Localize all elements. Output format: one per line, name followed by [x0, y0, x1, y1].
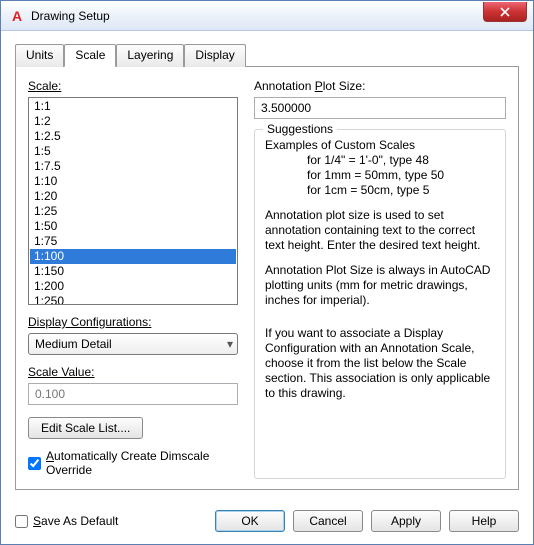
- display-config-value: Medium Detail: [35, 337, 112, 351]
- dimscale-checkbox-label: Automatically Create Dimscale Override: [46, 449, 238, 477]
- list-item[interactable]: 1:100: [30, 249, 236, 264]
- annotation-plot-size-input[interactable]: [254, 97, 506, 119]
- ok-button[interactable]: OK: [215, 510, 285, 532]
- scale-label: Scale:: [28, 79, 238, 93]
- save-default-label: Save As Default: [33, 514, 118, 528]
- suggestions-group: Suggestions Examples of Custom Scales fo…: [254, 129, 506, 479]
- list-item[interactable]: 1:200: [30, 279, 236, 294]
- tab-strip: Units Scale Layering Display: [15, 43, 519, 66]
- list-item[interactable]: 1:1: [30, 99, 236, 114]
- annotation-label: Annotation Plot Size:: [254, 79, 506, 93]
- dialog-window: A Drawing Setup Units Scale Layering Dis…: [0, 0, 534, 545]
- list-item[interactable]: 1:20: [30, 189, 236, 204]
- titlebar: A Drawing Setup: [1, 1, 533, 31]
- window-title: Drawing Setup: [31, 9, 110, 23]
- left-column: Scale: 1:11:21:2.51:51:7.51:101:201:251:…: [28, 79, 238, 479]
- display-config-combo[interactable]: Medium Detail ▾: [28, 333, 238, 355]
- cancel-button[interactable]: Cancel: [293, 510, 363, 532]
- right-column: Annotation Plot Size: Suggestions Exampl…: [254, 79, 506, 479]
- dimscale-checkbox-input[interactable]: [28, 457, 41, 470]
- dialog-footer: Save As Default OK Cancel Apply Help: [1, 500, 533, 544]
- scale-value-label: Scale Value:: [28, 365, 238, 379]
- list-item[interactable]: 1:250: [30, 294, 236, 305]
- list-item[interactable]: 1:2.5: [30, 129, 236, 144]
- scale-listbox[interactable]: 1:11:21:2.51:51:7.51:101:201:251:501:751…: [28, 97, 238, 305]
- list-item[interactable]: 1:10: [30, 174, 236, 189]
- suggestions-p4: If you want to associate a Display Confi…: [265, 326, 495, 401]
- list-item[interactable]: 1:50: [30, 219, 236, 234]
- list-item[interactable]: 1:150: [30, 264, 236, 279]
- list-item[interactable]: 1:2: [30, 114, 236, 129]
- suggestions-examples: Examples of Custom Scales for 1/4" = 1'-…: [265, 138, 495, 198]
- list-item[interactable]: 1:7.5: [30, 159, 236, 174]
- app-icon: A: [9, 8, 25, 24]
- apply-button[interactable]: Apply: [371, 510, 441, 532]
- chevron-down-icon: ▾: [227, 337, 233, 351]
- close-icon: [500, 7, 510, 17]
- suggestions-p3: Annotation Plot Size is always in AutoCA…: [265, 263, 495, 308]
- save-default-checkbox[interactable]: Save As Default: [15, 514, 118, 528]
- tab-units[interactable]: Units: [15, 44, 64, 67]
- help-button[interactable]: Help: [449, 510, 519, 532]
- client-area: Units Scale Layering Display Scale: 1:11…: [1, 31, 533, 500]
- suggestions-p2: Annotation plot size is used to set anno…: [265, 208, 495, 253]
- dimscale-override-checkbox[interactable]: Automatically Create Dimscale Override: [28, 449, 238, 477]
- tab-layering[interactable]: Layering: [116, 44, 184, 67]
- save-default-input[interactable]: [15, 515, 28, 528]
- scale-value-input[interactable]: [28, 383, 238, 405]
- list-item[interactable]: 1:25: [30, 204, 236, 219]
- tab-display[interactable]: Display: [184, 44, 245, 67]
- list-item[interactable]: 1:5: [30, 144, 236, 159]
- list-item[interactable]: 1:75: [30, 234, 236, 249]
- close-button[interactable]: [483, 2, 527, 22]
- tab-panel-scale: Scale: 1:11:21:2.51:51:7.51:101:201:251:…: [15, 66, 519, 490]
- edit-scale-list-button[interactable]: Edit Scale List....: [28, 417, 143, 439]
- display-config-label: Display Configurations:: [28, 315, 238, 329]
- suggestions-legend: Suggestions: [263, 122, 337, 136]
- tab-scale[interactable]: Scale: [64, 44, 116, 67]
